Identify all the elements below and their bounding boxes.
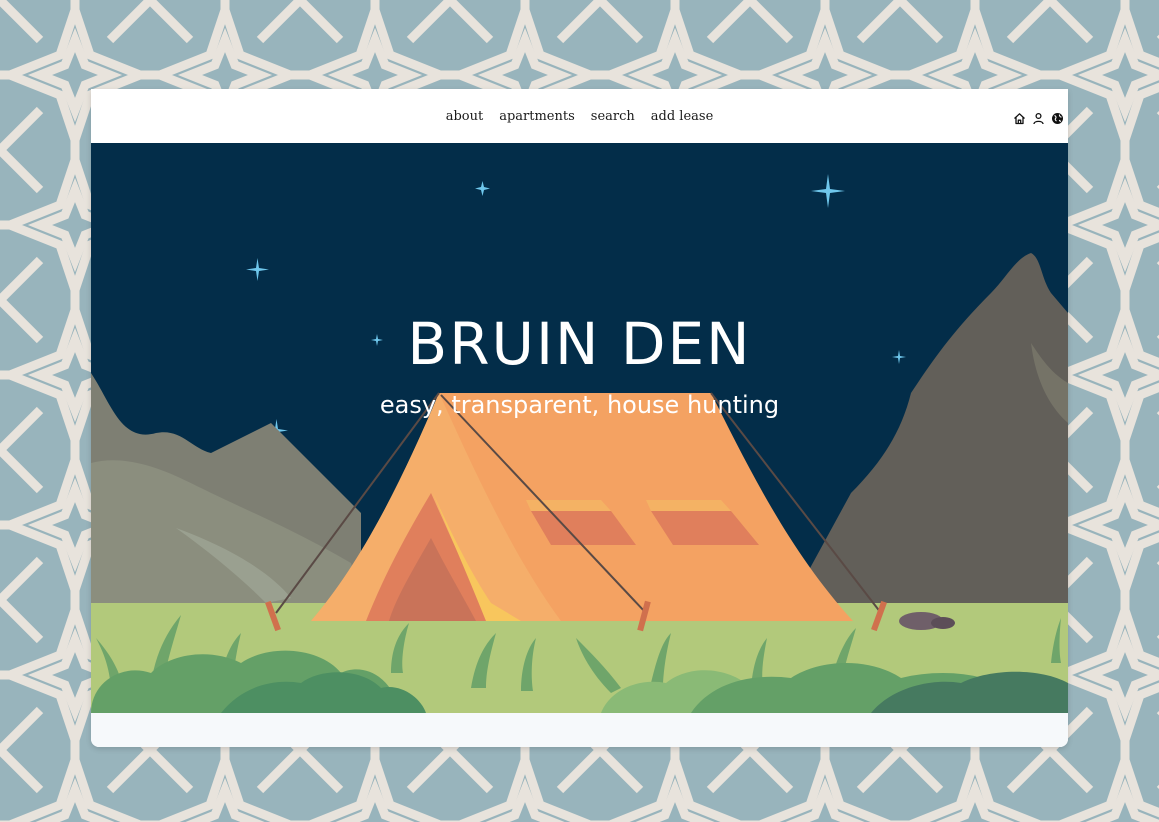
hero-title: BRUIN DEN [407, 310, 752, 378]
nav-link-about[interactable]: about [446, 109, 484, 124]
globe-icon[interactable] [1051, 110, 1064, 124]
nav-link-apartments[interactable]: apartments [499, 109, 575, 124]
nav-link-add-lease[interactable]: add lease [651, 109, 714, 124]
navbar: about apartments search add lease [91, 89, 1068, 143]
hero-banner: BRUIN DEN easy, transparent, house hunti… [91, 143, 1068, 713]
user-icon[interactable] [1032, 110, 1045, 124]
nav-link-search[interactable]: search [591, 109, 635, 124]
hero-subtitle: easy, transparent, house hunting [379, 391, 780, 419]
footer-strip [91, 713, 1068, 747]
browser-window: about apartments search add lease BRUIN … [91, 89, 1068, 747]
nav-links: about apartments search add lease [91, 89, 1068, 143]
nav-icons [1013, 89, 1064, 143]
hero-illustration [91, 143, 1068, 713]
home-icon[interactable] [1013, 110, 1026, 124]
